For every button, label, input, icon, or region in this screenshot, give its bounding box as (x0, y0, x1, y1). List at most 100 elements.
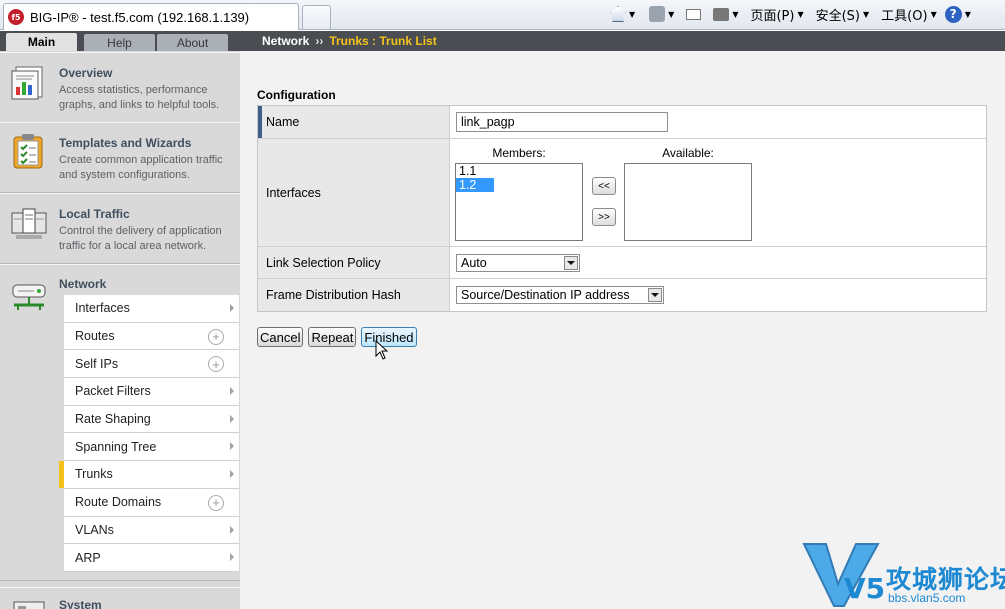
member-option[interactable]: 1.1 (456, 164, 494, 178)
chevron-right-icon (230, 387, 234, 396)
member-option-selected[interactable]: 1.2 (456, 178, 494, 192)
cancel-button[interactable]: Cancel (257, 327, 304, 347)
sidebar-section-system[interactable]: System (0, 587, 240, 609)
read-mail-button[interactable] (683, 4, 704, 24)
print-button[interactable]: ▼ (710, 4, 741, 24)
sidebar-item-label: Route Domains (75, 495, 162, 510)
help-icon: ? (944, 5, 962, 23)
sidebar-tabs: Main Help About (0, 31, 240, 51)
available-caption: Available: (662, 146, 714, 160)
section-desc-overview: Access statistics, performance graphs, a… (59, 84, 220, 111)
v5-logo-icon: V5 (802, 543, 885, 607)
help-button[interactable]: ? ▼ (942, 4, 974, 24)
add-route-domain-plus-icon[interactable]: + (208, 494, 224, 511)
tab-help[interactable]: Help (84, 34, 155, 51)
hash-value: Source/Destination IP address (461, 288, 630, 302)
interfaces-label: Interfaces (258, 139, 450, 246)
name-label: Name (258, 106, 450, 138)
hash-select[interactable]: Source/Destination IP address (456, 286, 664, 304)
safety-menu[interactable]: 安全(S) ▼ (813, 4, 873, 24)
sidebar-item-packet-filters[interactable]: Packet Filters (64, 378, 239, 406)
f5-favicon-icon: f5 (8, 9, 24, 25)
members-caption: Members: (492, 146, 546, 160)
section-desc-local-traffic: Control the delivery of application traf… (59, 225, 222, 252)
configuration-heading: Configuration (257, 88, 336, 102)
sidebar-item-label: Self IPs (75, 356, 119, 371)
move-left-button[interactable]: << (592, 177, 616, 195)
overview-icon (11, 66, 43, 100)
sidebar-item-label: Interfaces (75, 301, 130, 316)
sidebar-item-trunks[interactable]: Trunks (59, 461, 239, 489)
sidebar-item-spanning-tree[interactable]: Spanning Tree (64, 433, 239, 462)
watermark-logo: V5 攻城狮论坛 bbs.vlan5.com (800, 540, 1005, 609)
link-policy-label: Link Selection Policy (258, 247, 450, 278)
server-icon (11, 208, 47, 239)
browser-tab[interactable]: f5 BIG-IP® - test.f5.com (192.168.1.139) (3, 3, 299, 30)
rss-icon (649, 6, 666, 22)
sidebar-section-templates[interactable]: Templates and Wizards Create common appl… (0, 122, 240, 193)
row-frame-distribution-hash: Frame Distribution Hash Source/Destinati… (258, 279, 986, 311)
sidebar-item-routes[interactable]: Routes + (64, 322, 239, 351)
breadcrumb-current[interactable]: Trunks : Trunk List (329, 34, 436, 48)
section-title-overview: Overview (59, 66, 113, 80)
sidebar-item-label: Spanning Tree (75, 439, 157, 454)
sidebar-item-interfaces[interactable]: Interfaces (64, 295, 239, 323)
print-icon (713, 7, 730, 21)
browser-tab-title: BIG-IP® - test.f5.com (192.168.1.139) (30, 9, 250, 25)
section-desc-templates: Create common application traffic and sy… (59, 154, 223, 181)
home-icon (610, 6, 626, 22)
name-field[interactable] (456, 112, 668, 132)
tools-menu-label: 工具(O) (881, 8, 928, 24)
mouse-pointer-icon (375, 340, 389, 360)
sidebar-item-arp[interactable]: ARP (64, 544, 239, 572)
chevron-down-icon[interactable] (648, 288, 662, 302)
mail-icon (686, 8, 702, 20)
sidebar-item-label: Routes (75, 329, 115, 344)
sidebar-item-label: Packet Filters (75, 384, 151, 399)
watermark-url: bbs.vlan5.com (888, 591, 966, 605)
page-menu-label: 页面(P) (750, 8, 795, 24)
row-name: Name (258, 106, 986, 139)
network-subnav: Interfaces Routes + Self IPs + Packet Filt… (59, 295, 239, 572)
section-title-system: System (59, 598, 102, 609)
breadcrumb: Network ›› Trunks : Trunk List (240, 31, 1005, 51)
feeds-button[interactable]: ▼ (646, 4, 677, 24)
link-policy-value: Auto (461, 255, 487, 270)
sidebar-item-label: Trunks (75, 467, 113, 482)
breadcrumb-root[interactable]: Network (262, 34, 309, 48)
section-title-templates: Templates and Wizards (59, 136, 192, 150)
chevron-right-icon (230, 304, 234, 312)
sidebar-item-self-ips[interactable]: Self IPs + (64, 350, 239, 379)
row-interfaces: Interfaces Members: 1.1 1.2 << >> Availa… (258, 139, 986, 247)
tab-about[interactable]: About (157, 34, 228, 51)
row-link-selection-policy: Link Selection Policy Auto (258, 247, 986, 279)
sidebar-item-rate-shaping[interactable]: Rate Shaping (64, 405, 239, 434)
browser-toolbar: f5 BIG-IP® - test.f5.com (192.168.1.139)… (0, 0, 1005, 30)
add-self-ip-plus-icon[interactable]: + (208, 356, 224, 373)
section-title-network[interactable]: Network (59, 277, 106, 291)
page-menu[interactable]: 页面(P) ▼ (747, 4, 806, 24)
sidebar-item-route-domains[interactable]: Route Domains + (64, 488, 239, 517)
sidebar: Main Help About Overview Access statisti… (0, 31, 240, 609)
link-policy-select[interactable]: Auto (456, 253, 580, 272)
home-button[interactable]: ▼ (607, 4, 638, 24)
sidebar-item-vlans[interactable]: VLANs (64, 516, 239, 545)
available-listbox[interactable] (624, 163, 752, 241)
sidebar-section-local-traffic[interactable]: Local Traffic Control the delivery of ap… (0, 193, 240, 264)
repeat-button[interactable]: Repeat (308, 327, 357, 347)
sidebar-section-overview[interactable]: Overview Access statistics, performance … (0, 52, 240, 123)
system-icon (13, 601, 45, 609)
chevron-right-icon (230, 442, 234, 451)
chevron-down-icon[interactable] (564, 255, 578, 270)
hash-label: Frame Distribution Hash (258, 279, 450, 311)
add-route-plus-icon[interactable]: + (208, 328, 224, 345)
tab-main[interactable]: Main (6, 33, 77, 51)
new-tab-button[interactable] (302, 5, 331, 29)
sidebar-item-label: ARP (75, 550, 101, 565)
members-listbox[interactable]: 1.1 1.2 (455, 163, 583, 241)
move-right-button[interactable]: >> (592, 208, 616, 226)
chevron-right-icon (230, 553, 234, 562)
clipboard-icon (13, 134, 43, 169)
tools-menu[interactable]: 工具(O) ▼ (878, 4, 940, 24)
chevron-right-icon (230, 525, 234, 534)
